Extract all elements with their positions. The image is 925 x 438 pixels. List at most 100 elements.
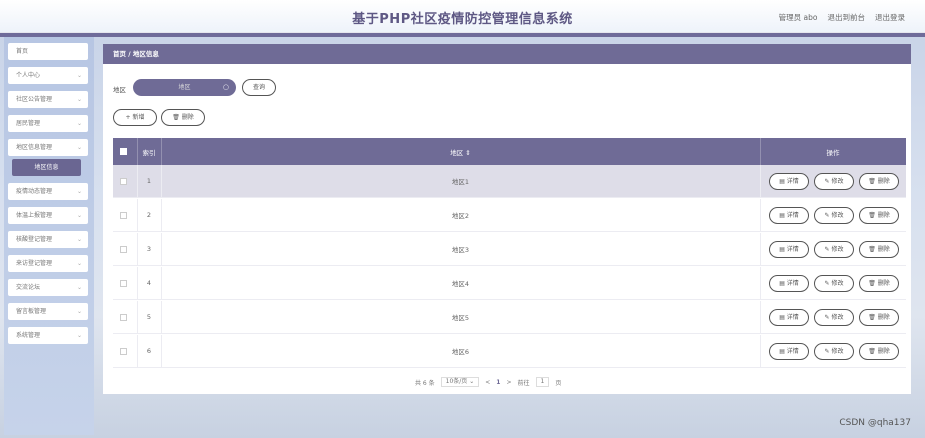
table-row: 3 地区3 ▤ 详情 ✎ 修改 🗑 删除 (113, 233, 906, 266)
sidebar-item-label: 社区公告管理 (16, 96, 53, 103)
total-count: 共 6 条 (415, 379, 435, 387)
sidebar-item-label: 地区信息管理 (16, 144, 53, 151)
row-region: 地区5 (451, 314, 470, 322)
admin-label: 管理员 abo (778, 13, 818, 22)
row-region: 地区3 (451, 246, 470, 254)
row-index: 2 (146, 211, 152, 219)
prev-page-button[interactable]: < (485, 379, 490, 386)
edit-button[interactable]: ✎ 修改 (814, 173, 854, 190)
table-row: 1 地区1 ▤ 详情 ✎ 修改 🗑 删除 (113, 165, 906, 198)
main-panel: 首页 / 地区信息 地区 地区 ○ 查询 + 新增 🗑 删除 索引 地区 ⇕ 操… (103, 44, 911, 394)
sidebar-item-nucleic[interactable]: 核酸登记管理 ⌄ (8, 231, 88, 248)
next-page-button[interactable]: > (506, 379, 511, 386)
sidebar-item-epidemic[interactable]: 疫情动态管理 ⌄ (8, 183, 88, 200)
region-filter-label: 地区 (113, 86, 126, 94)
header-region[interactable]: 地区 ⇕ (161, 138, 760, 165)
sidebar-item-notice[interactable]: 社区公告管理 ⌄ (8, 91, 88, 108)
breadcrumb: 首页 / 地区信息 (103, 44, 911, 64)
sidebar-item-label: 首页 (16, 48, 29, 55)
detail-button[interactable]: ▤ 详情 (769, 343, 809, 360)
detail-button[interactable]: ▤ 详情 (769, 207, 809, 224)
region-table: 索引 地区 ⇕ 操作 1 地区1 ▤ 详情 ✎ 修改 🗑 删除 2 地区2 ▤ … (113, 138, 906, 368)
region-search-input[interactable]: 地区 ○ (133, 79, 236, 96)
top-header: 基于PHP社区疫情防控管理信息系统 管理员 abo 退出到前台 退出登录 (0, 0, 925, 33)
detail-button[interactable]: ▤ 详情 (769, 173, 809, 190)
search-placeholder: 地区 (178, 84, 191, 91)
page-number[interactable]: 1 (496, 379, 500, 386)
row-index: 4 (146, 279, 152, 287)
delete-button[interactable]: 🗑 删除 (859, 207, 899, 224)
add-button[interactable]: + 新增 (113, 109, 157, 126)
row-checkbox[interactable] (120, 347, 127, 355)
sidebar-item-temperature[interactable]: 体温上报管理 ⌄ (8, 207, 88, 224)
back-to-front-link[interactable]: 退出到前台 (828, 12, 866, 23)
sidebar-item-label: 居民管理 (16, 120, 41, 127)
row-index: 6 (146, 347, 152, 355)
delete-button[interactable]: 🗑 删除 (859, 173, 899, 190)
sidebar-item-forum[interactable]: 交流论坛 ⌄ (8, 279, 88, 296)
sidebar-item-region[interactable]: 地区信息管理 ⌄ (8, 139, 88, 156)
delete-button[interactable]: 🗑 删除 (859, 275, 899, 292)
detail-button[interactable]: ▤ 详情 (769, 275, 809, 292)
select-all-checkbox[interactable] (120, 148, 127, 155)
delete-button[interactable]: 🗑 删除 (859, 343, 899, 360)
goto-label: 前往 (517, 379, 530, 387)
header-ops: 操作 (826, 148, 840, 157)
row-region: 地区1 (451, 178, 470, 186)
accent-bar (0, 33, 925, 37)
row-checkbox[interactable] (120, 211, 127, 219)
sidebar-item-residents[interactable]: 居民管理 ⌄ (8, 115, 88, 132)
sidebar-item-label: 核酸登记管理 (16, 236, 53, 243)
chevron-down-icon: ⌄ (76, 284, 82, 291)
header-actions: 管理员 abo 退出到前台 退出登录 (779, 12, 905, 23)
sidebar-item-message[interactable]: 留言板管理 ⌄ (8, 303, 88, 320)
edit-button[interactable]: ✎ 修改 (814, 207, 854, 224)
delete-button[interactable]: 🗑 删除 (859, 309, 899, 326)
logout-link[interactable]: 退出登录 (875, 12, 905, 23)
edit-button[interactable]: ✎ 修改 (814, 309, 854, 326)
row-checkbox[interactable] (120, 177, 127, 185)
detail-button[interactable]: ▤ 详情 (769, 241, 809, 258)
table-header: 索引 地区 ⇕ 操作 (113, 138, 906, 165)
goto-suffix: 页 (555, 379, 562, 387)
chevron-down-icon: ⌄ (76, 236, 82, 243)
table-row: 2 地区2 ▤ 详情 ✎ 修改 🗑 删除 (113, 199, 906, 232)
select-all-cell (113, 138, 137, 165)
sidebar-item-label: 交流论坛 (16, 284, 41, 291)
row-checkbox[interactable] (120, 245, 127, 253)
row-region: 地区2 (451, 212, 470, 220)
edit-button[interactable]: ✎ 修改 (814, 241, 854, 258)
pagination: 共 6 条 10条/页 ⌄ < 1 > 前往 1 页 (415, 377, 561, 387)
chevron-down-icon: ⌄ (76, 120, 82, 127)
edit-button[interactable]: ✎ 修改 (814, 275, 854, 292)
chevron-down-icon: ⌄ (76, 188, 82, 195)
page-size-select[interactable]: 10条/页 ⌄ (440, 377, 480, 387)
goto-page-input[interactable]: 1 (535, 377, 550, 387)
batch-delete-button[interactable]: 🗑 删除 (161, 109, 205, 126)
delete-button[interactable]: 🗑 删除 (859, 241, 899, 258)
row-region: 地区4 (451, 280, 470, 288)
query-button[interactable]: 查询 (242, 79, 276, 96)
row-checkbox[interactable] (120, 279, 127, 287)
sidebar-item-system[interactable]: 系统管理 ⌄ (8, 327, 88, 344)
chevron-down-icon: ⌄ (76, 144, 82, 151)
edit-button[interactable]: ✎ 修改 (814, 343, 854, 360)
sidebar-subitem-region-info[interactable]: 地区信息 (12, 159, 81, 176)
chevron-down-icon: ⌄ (76, 72, 82, 79)
sidebar-item-home[interactable]: 首页 (8, 43, 88, 60)
detail-button[interactable]: ▤ 详情 (769, 309, 809, 326)
sidebar-item-label: 体温上报管理 (16, 212, 53, 219)
chevron-down-icon: ⌄ (76, 332, 82, 339)
sidebar-item-profile[interactable]: 个人中心 ⌄ (8, 67, 88, 84)
sidebar-item-label: 系统管理 (16, 332, 41, 339)
watermark: CSDN @qha137 (839, 418, 911, 428)
chevron-down-icon: ⌄ (76, 260, 82, 267)
row-checkbox[interactable] (120, 313, 127, 321)
row-region: 地区6 (451, 348, 470, 356)
chevron-down-icon: ⌄ (76, 212, 82, 219)
header-index: 索引 (142, 148, 156, 157)
table-row: 6 地区6 ▤ 详情 ✎ 修改 🗑 删除 (113, 335, 906, 368)
sidebar-item-visitor[interactable]: 来访登记管理 ⌄ (8, 255, 88, 272)
sidebar-item-label: 个人中心 (16, 72, 41, 79)
chevron-down-icon: ⌄ (76, 96, 82, 103)
